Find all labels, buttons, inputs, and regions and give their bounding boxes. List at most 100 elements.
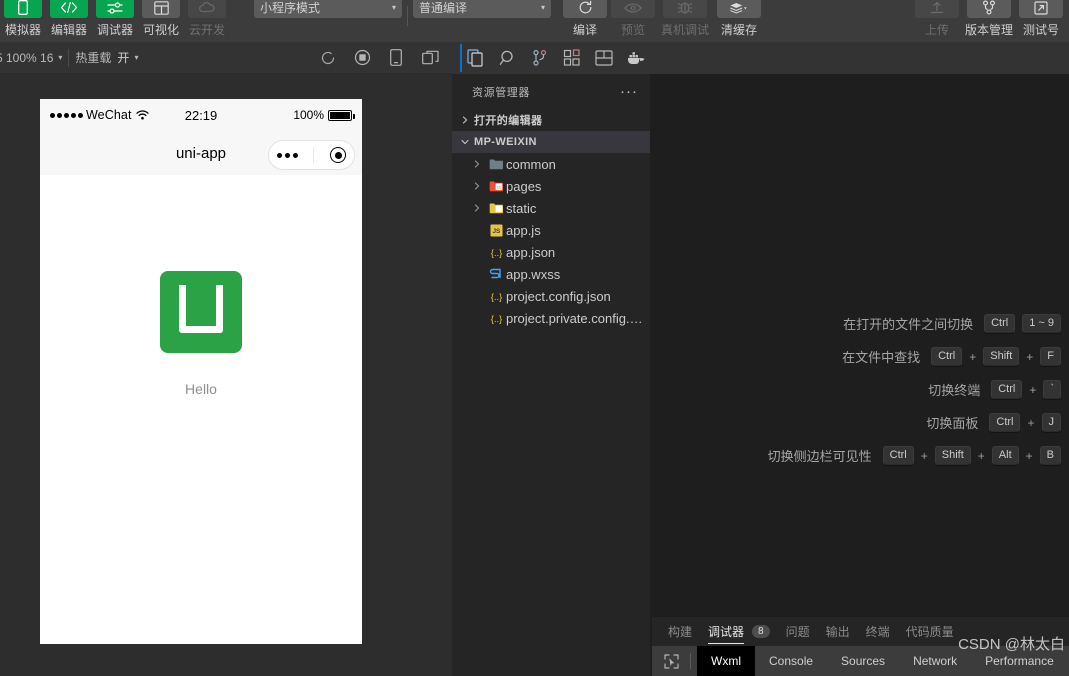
editor-area: 资源管理器 ··· 打开的编辑器 MP-WEIXIN common cc pag… xyxy=(452,42,1069,676)
phone-simulator[interactable]: WeChat 22:19 100% uni-app Hello xyxy=(40,99,362,644)
wechat-capsule-button[interactable] xyxy=(268,140,355,170)
battery-percent-label: 100% xyxy=(293,108,325,122)
panel-tab-problems[interactable]: 问题 xyxy=(786,617,810,646)
panel-tab-debugger[interactable]: 调试器 xyxy=(708,617,745,646)
devtools-tab-wxml[interactable]: Wxml xyxy=(697,646,755,676)
carrier-label: WeChat xyxy=(86,108,132,122)
devtools-tab-console[interactable]: Console xyxy=(755,646,827,676)
tree-item-label: project.private.config.js... xyxy=(506,310,644,326)
multi-window-icon[interactable] xyxy=(420,48,440,68)
tree-item-label: project.config.json xyxy=(506,288,611,304)
device-select-value: 5 100% 16 xyxy=(0,50,54,65)
mode-button-cloud[interactable]: 云开发 xyxy=(184,0,230,42)
device-select[interactable]: 5 100% 16 ▾ xyxy=(0,42,68,73)
mode-button-debugger[interactable]: 调试器 xyxy=(92,0,138,42)
key-cap: J xyxy=(1041,413,1061,432)
devtools-divider xyxy=(690,653,691,669)
tree-item-project-private-config-json[interactable]: {..} project.private.config.js... xyxy=(452,307,650,329)
mode-select-group: 小程序模式 ▾ xyxy=(254,0,402,42)
tree-item-app-wxss[interactable]: app.wxss xyxy=(452,263,650,285)
panel-tab-bar: 构建 调试器 8 问题 输出 终端 代码质量 xyxy=(652,617,1069,646)
svg-text:cc: cc xyxy=(496,185,500,190)
devtools-tab-performance[interactable]: Performance xyxy=(971,646,1068,676)
test-account-button[interactable]: 测试号 xyxy=(1017,0,1065,38)
upload-icon xyxy=(915,0,959,18)
inspect-element-icon[interactable] xyxy=(658,646,684,676)
preview-button[interactable]: 预览 xyxy=(609,0,657,38)
code-icon xyxy=(50,0,88,18)
key-separator: + xyxy=(1029,382,1037,397)
key-cap: 1 ~ 9 xyxy=(1022,314,1061,333)
extensions-icon[interactable] xyxy=(556,42,588,74)
chevron-down-icon: ▾ xyxy=(58,53,63,62)
explorer-header: 资源管理器 ··· xyxy=(452,74,650,109)
tree-section-project-root[interactable]: MP-WEIXIN xyxy=(452,131,650,153)
hot-reload-toggle[interactable]: 热重载 开 ▾ xyxy=(69,42,144,73)
panel-tab-build[interactable]: 构建 xyxy=(668,617,692,646)
close-target-icon[interactable] xyxy=(330,147,347,163)
tree-item-static[interactable]: static xyxy=(452,197,650,219)
tree-item-pages[interactable]: cc pages xyxy=(452,175,650,197)
panel-tab-terminal[interactable]: 终端 xyxy=(866,617,890,646)
chevron-right-icon xyxy=(468,160,486,168)
more-actions-icon[interactable]: ··· xyxy=(620,84,638,99)
panel-tab-code-quality[interactable]: 代码质量 xyxy=(906,617,954,646)
layout-panel-icon[interactable] xyxy=(588,42,620,74)
editor-watermark: 在打开的文件之间切换 Ctrl 1 ~ 9 在文件中查找 Ctrl + Shif… xyxy=(650,74,1069,676)
key-cap: ` xyxy=(1043,380,1061,399)
mode-button-visualization[interactable]: 可视化 xyxy=(138,0,184,42)
source-control-icon[interactable] xyxy=(524,42,556,74)
uni-app-logo-icon xyxy=(160,271,242,353)
shortcut-label: 在打开的文件之间切换 xyxy=(843,317,974,332)
hot-reload-value: 开 xyxy=(117,51,130,65)
key-cap: Ctrl xyxy=(931,347,963,366)
compile-button[interactable]: 编译 xyxy=(561,0,609,38)
tree-section-label: MP-WEIXIN xyxy=(474,136,537,148)
tree-item-app-json[interactable]: {..} app.json xyxy=(452,241,650,263)
battery-icon xyxy=(328,109,356,121)
panel-tab-output[interactable]: 输出 xyxy=(826,617,850,646)
folder-icon xyxy=(486,158,506,170)
real-device-debug-button[interactable]: 真机调试 xyxy=(657,0,713,38)
js-icon: JS xyxy=(486,224,506,237)
search-icon[interactable] xyxy=(492,42,524,74)
shortcut-label: 切换侧边栏可见性 xyxy=(767,449,872,464)
project-mode-select[interactable]: 小程序模式 ▾ xyxy=(254,0,402,18)
key-separator: + xyxy=(1027,415,1035,430)
hello-text: Hello xyxy=(185,381,217,397)
mode-button-simulator[interactable]: 模拟器 xyxy=(0,0,46,42)
version-management-button[interactable]: 版本管理 xyxy=(961,0,1017,38)
tree-item-app-js[interactable]: JS app.js xyxy=(452,219,650,241)
compile-label: 编译 xyxy=(572,23,597,37)
more-dots-icon[interactable] xyxy=(276,152,298,158)
mode-button-editor[interactable]: 编辑器 xyxy=(46,0,92,42)
refresh-circle-icon[interactable] xyxy=(318,48,338,68)
chevron-down-icon xyxy=(456,138,474,146)
mode-button-group: 模拟器 编辑器 调试器 可视化 云开发 xyxy=(0,0,230,42)
chevron-down-icon: ▾ xyxy=(540,3,545,12)
shortcut-row-switch-files: 在打开的文件之间切换 Ctrl 1 ~ 9 xyxy=(650,314,1061,333)
simulator-icon-group xyxy=(318,48,452,68)
tree-item-project-config-json[interactable]: {..} project.config.json xyxy=(452,285,650,307)
devtools-tab-sources[interactable]: Sources xyxy=(827,646,899,676)
docker-icon[interactable] xyxy=(620,42,652,74)
tree-item-common[interactable]: common xyxy=(452,153,650,175)
clear-cache-button[interactable]: 清缓存 xyxy=(713,0,765,38)
phone-page-body: Hello xyxy=(40,175,362,644)
key-separator: + xyxy=(969,349,977,364)
chevron-down-icon: ▾ xyxy=(134,53,139,62)
key-cap: Shift xyxy=(934,446,971,465)
devtools-tab-bar: Wxml Console Sources Network Performance xyxy=(652,646,1069,676)
phone-nav-bar: uni-app xyxy=(40,131,362,175)
record-icon[interactable] xyxy=(352,48,372,68)
compile-mode-value: 普通编译 xyxy=(419,1,468,15)
shortcut-row-find-in-files: 在文件中查找 Ctrl + Shift + F xyxy=(650,347,1061,366)
tree-section-open-editors[interactable]: 打开的编辑器 xyxy=(452,109,650,131)
capsule-divider xyxy=(313,147,315,163)
device-icon[interactable] xyxy=(386,48,406,68)
compile-mode-select[interactable]: 普通编译 ▾ xyxy=(413,0,551,18)
upload-button[interactable]: 上传 xyxy=(913,0,961,38)
layout-icon xyxy=(142,0,180,18)
devtools-tab-network[interactable]: Network xyxy=(899,646,971,676)
explorer-icon[interactable] xyxy=(460,42,492,74)
